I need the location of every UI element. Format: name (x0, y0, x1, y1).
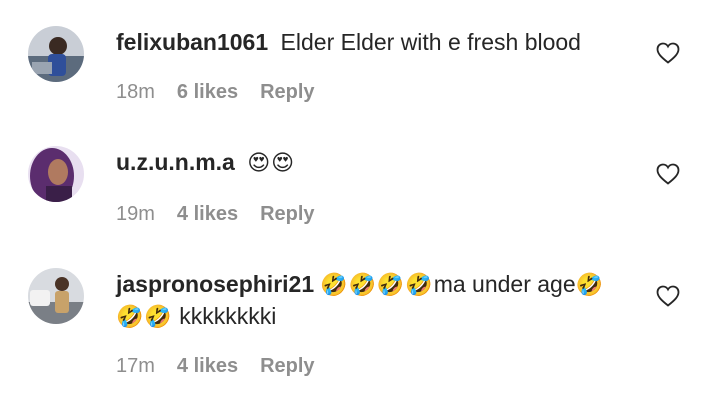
comment-body: felixuban1061 Elder Elder with e fresh b… (116, 27, 646, 58)
comment-meta: 18m 6 likes Reply (116, 81, 315, 104)
avatar[interactable] (28, 26, 84, 82)
reply-button[interactable]: Reply (260, 81, 314, 104)
comment-emoji: 😍😍 (247, 151, 296, 176)
comment-body: u.z.u.n.m.a 😍😍 (116, 147, 646, 179)
heart-icon[interactable] (656, 285, 680, 307)
heart-icon[interactable] (656, 163, 680, 185)
username[interactable]: felixuban1061 (116, 29, 268, 55)
username[interactable]: jaspronosephiri21 (116, 271, 314, 297)
comment-text: ma under age (433, 271, 576, 297)
avatar[interactable] (28, 268, 84, 324)
comment-emoji: 🤣🤣 (116, 305, 173, 330)
comment-text: kkkkkkkki (179, 303, 277, 329)
avatar[interactable] (28, 146, 84, 202)
comment-emoji: 🤣 (575, 273, 605, 298)
likes-count[interactable]: 4 likes (177, 203, 238, 226)
comment-item: jaspronosephiri21 🤣🤣🤣🤣ma under age🤣 🤣🤣 kk… (0, 250, 716, 405)
username[interactable]: u.z.u.n.m.a (116, 149, 235, 175)
timestamp: 17m (116, 355, 155, 377)
comment-meta: 19m 4 likes Reply (116, 203, 315, 226)
likes-count[interactable]: 6 likes (177, 81, 238, 104)
comment-body: jaspronosephiri21 🤣🤣🤣🤣ma under age🤣 🤣🤣 kk… (116, 269, 646, 333)
timestamp: 18m (116, 81, 155, 103)
comment-meta: 17m 4 likes Reply (116, 355, 315, 378)
heart-icon[interactable] (656, 42, 680, 64)
likes-count[interactable]: 4 likes (177, 355, 238, 378)
comment-item: felixuban1061 Elder Elder with e fresh b… (0, 0, 716, 130)
reply-button[interactable]: Reply (260, 203, 314, 226)
timestamp: 19m (116, 203, 155, 225)
comment-item: u.z.u.n.m.a 😍😍 19m 4 likes Reply (0, 130, 716, 250)
comment-emoji: 🤣🤣🤣🤣 (320, 273, 434, 298)
reply-button[interactable]: Reply (260, 355, 314, 378)
comment-text: Elder Elder with e fresh blood (280, 29, 581, 55)
